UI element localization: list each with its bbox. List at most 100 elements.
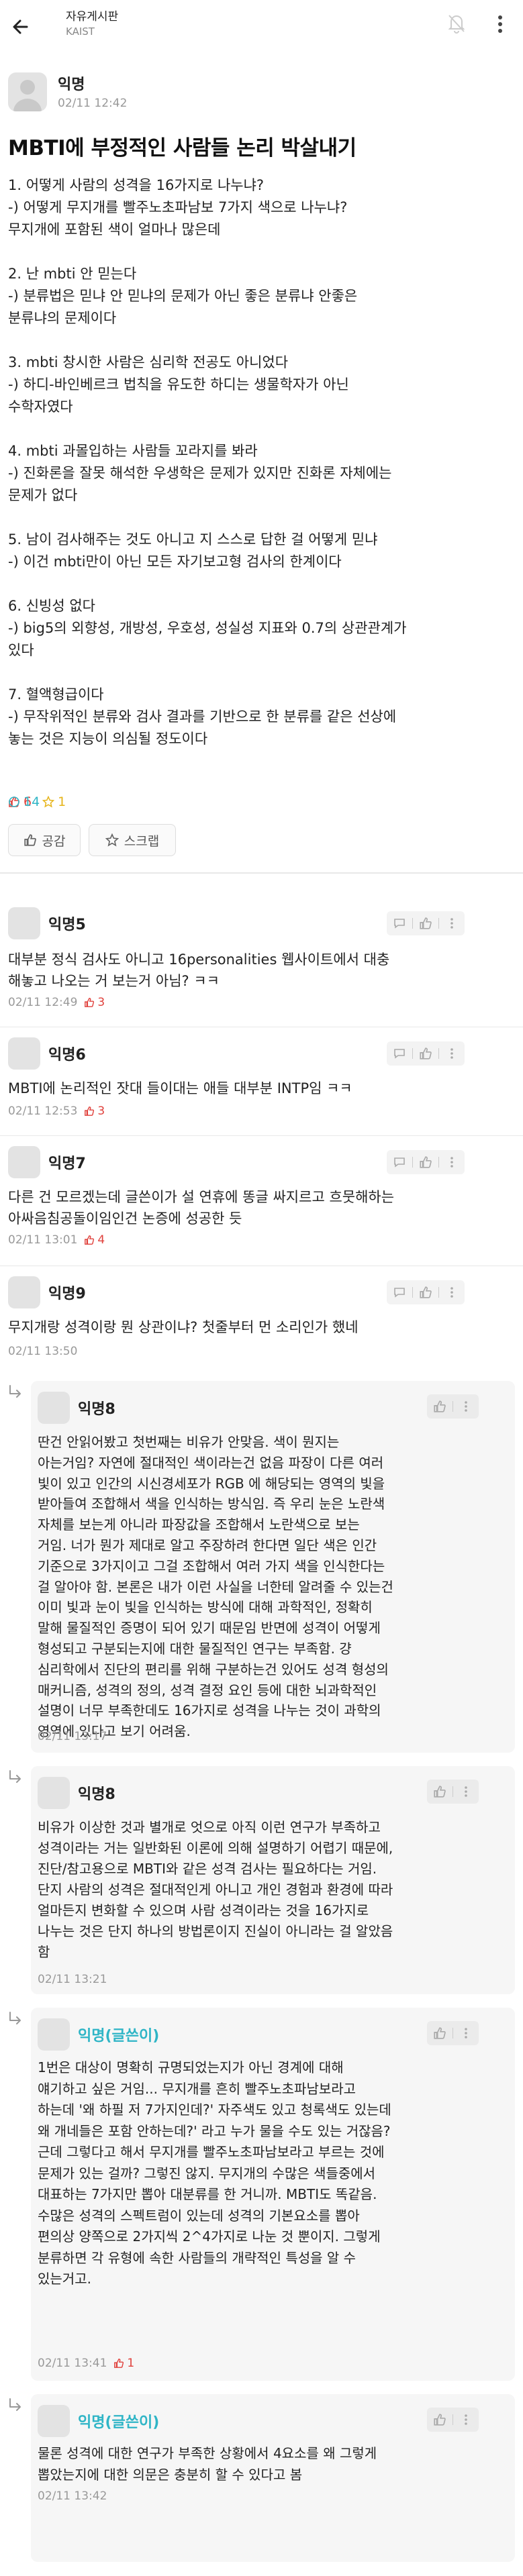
comment-count-value: 14 xyxy=(23,794,40,809)
more-icon[interactable] xyxy=(439,1150,465,1174)
post-body: 1. 어떻게 사람의 성격을 16가지로 나누냐? -) 어떻게 무지개를 빨주… xyxy=(8,177,407,747)
thumbs-up-icon xyxy=(85,998,95,1007)
sympathy-button[interactable]: 공감 xyxy=(8,824,81,856)
sympathy-label: 공감 xyxy=(42,833,66,849)
comment-body: MBTI에 논리적인 잣대 들이대는 애들 대부분 INTP임 ㅋㅋ xyxy=(8,1080,352,1096)
reply-like-count: 1 xyxy=(113,2357,134,2370)
more-icon[interactable] xyxy=(453,2408,479,2432)
reply-arrow-icon xyxy=(7,1384,24,1401)
post-author: 익명 xyxy=(58,76,85,93)
avatar xyxy=(38,1392,70,1424)
like-icon[interactable] xyxy=(427,1394,453,1419)
star-icon xyxy=(105,833,119,847)
comment-like-count: 3 xyxy=(84,996,105,1009)
comment-author: 익명6 xyxy=(48,1047,86,1064)
reply-meta: 02/11 13:41 1 xyxy=(38,2357,134,2370)
like-icon[interactable] xyxy=(413,1150,438,1174)
comment-like-count: 4 xyxy=(84,1233,105,1247)
avatar xyxy=(8,1276,40,1308)
reply-actions xyxy=(427,1394,479,1419)
scrap-label: 스크랩 xyxy=(124,833,160,849)
thumbs-up-icon xyxy=(23,834,36,846)
divider xyxy=(0,872,523,874)
more-icon[interactable] xyxy=(453,1780,479,1804)
notification-bell-icon[interactable] xyxy=(443,9,470,36)
reply-body: 1번은 대상이 명확히 규명되었는지가 아닌 경계에 대해 얘기하고 싶은 거임… xyxy=(38,2059,391,2287)
comment-like-value: 3 xyxy=(97,996,105,1009)
thumbs-up-icon xyxy=(85,1235,95,1245)
reply-date: 02/11 13:41 xyxy=(38,2357,107,2370)
reply-actions xyxy=(427,2408,479,2432)
like-icon[interactable] xyxy=(413,1280,438,1304)
avatar xyxy=(8,907,40,939)
avatar xyxy=(38,1777,70,1809)
comment-date: 02/11 13:01 xyxy=(8,1233,78,1247)
board-title: 자유게시판 xyxy=(66,10,119,23)
comment-count: 14 xyxy=(8,794,523,809)
post-date: 02/11 12:42 xyxy=(58,97,128,110)
reply-arrow-icon xyxy=(7,2010,24,2028)
comment-date: 02/11 13:50 xyxy=(8,1345,78,1358)
comment-like-value: 4 xyxy=(97,1233,105,1247)
comment-bubble-icon xyxy=(9,796,19,807)
reply-icon[interactable] xyxy=(387,911,412,935)
reply-meta: 02/11 13:42 xyxy=(38,2489,107,2503)
reply-meta: 02/11 13:21 xyxy=(38,1973,107,1986)
reply-author: 익명8 xyxy=(78,1401,115,1418)
like-icon[interactable] xyxy=(427,1780,453,1804)
like-icon[interactable] xyxy=(413,1041,438,1066)
reply-body: 비유가 이상한 것과 별개로 엇으로 아직 이런 연구가 부족하고 성격이라는 … xyxy=(38,1819,393,1960)
reply-date: 02/11 13:42 xyxy=(38,2489,107,2503)
like-icon[interactable] xyxy=(427,2408,453,2432)
reply-icon[interactable] xyxy=(387,1280,412,1304)
reply-author: 익명(글쓴이) xyxy=(78,2028,160,2045)
back-arrow-icon[interactable] xyxy=(7,12,36,42)
reply-body: 딴건 안읽어봤고 첫번째는 비유가 안맞음. 색이 뭔지는 아는거임? 자연에 … xyxy=(38,1434,393,1740)
comment-meta: 02/11 12:53 3 xyxy=(8,1104,105,1118)
avatar xyxy=(8,1037,40,1070)
more-icon[interactable] xyxy=(439,1280,465,1304)
comment-body: 대부분 정식 검사도 아니고 16personalities 웹사이트에서 대충… xyxy=(8,951,390,989)
reply-author: 익명8 xyxy=(78,1786,115,1803)
post-title: MBTI에 부정적인 사람들 논리 박살내기 xyxy=(8,136,356,160)
top-bar: 자유게시판 KAIST xyxy=(0,0,523,58)
reply-arrow-icon xyxy=(7,2397,24,2414)
post-stats: 6 14 1 xyxy=(8,794,66,809)
comment-meta: 02/11 13:01 4 xyxy=(8,1233,105,1247)
comment-actions xyxy=(387,1280,465,1304)
avatar xyxy=(8,72,47,111)
comment-date: 02/11 12:49 xyxy=(8,996,78,1009)
more-icon[interactable] xyxy=(439,1041,465,1066)
comment-author: 익명7 xyxy=(48,1155,86,1172)
comment-author: 익명5 xyxy=(48,917,86,933)
reply-icon[interactable] xyxy=(387,1150,412,1174)
avatar xyxy=(8,1146,40,1178)
comment-meta: 02/11 12:49 3 xyxy=(8,996,105,1009)
comment-actions xyxy=(387,1041,465,1066)
avatar xyxy=(38,2405,70,2437)
comment-body: 무지개랑 성격이랑 뭔 상관이냐? 첫줄부터 먼 소리인가 했네 xyxy=(8,1319,359,1335)
more-options-icon[interactable] xyxy=(490,9,510,39)
reply-icon[interactable] xyxy=(387,1041,412,1066)
more-icon[interactable] xyxy=(453,2021,479,2045)
more-icon[interactable] xyxy=(453,1394,479,1419)
comment-author: 익명9 xyxy=(48,1286,86,1302)
reply-arrow-icon xyxy=(7,1769,24,1786)
avatar xyxy=(38,2018,70,2051)
reply-date: 02/11 13:21 xyxy=(38,1973,107,1986)
reply-body: 물론 성격에 대한 연구가 부족한 상황에서 4요소를 왜 그렇게 뽑았는지에 … xyxy=(38,2445,377,2483)
comment-like-count: 3 xyxy=(84,1104,105,1118)
thumbs-up-icon xyxy=(85,1106,95,1116)
reply-actions xyxy=(427,1780,479,1804)
like-icon[interactable] xyxy=(413,911,438,935)
like-icon[interactable] xyxy=(427,2021,453,2045)
comment-meta: 02/11 13:50 xyxy=(8,1345,77,1358)
comment-date: 02/11 12:53 xyxy=(8,1104,78,1118)
comment-like-value: 3 xyxy=(97,1104,105,1118)
scrap-button[interactable]: 스크랩 xyxy=(89,824,176,856)
comment-actions xyxy=(387,1150,465,1174)
comment-body: 다른 건 모르겠는데 글쓴이가 설 연휴에 똥글 싸지르고 흐뭇해하는 아싸음침… xyxy=(8,1189,395,1227)
reply-date: 02/11 13:17 xyxy=(38,1730,107,1743)
more-icon[interactable] xyxy=(439,911,465,935)
thumbs-up-icon xyxy=(114,2359,124,2368)
